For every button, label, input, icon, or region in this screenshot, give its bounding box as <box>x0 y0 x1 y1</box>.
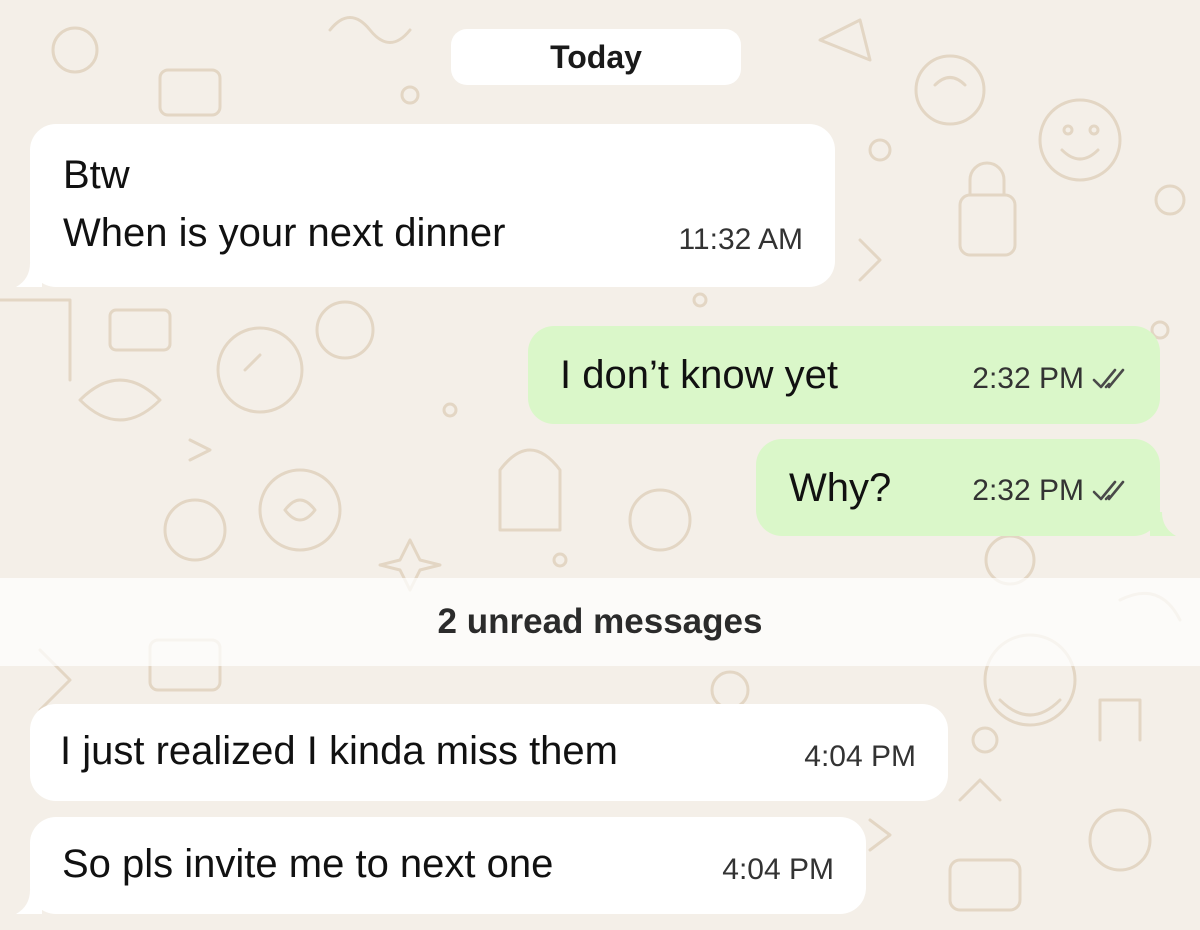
unread-messages-label: 2 unread messages <box>437 602 763 641</box>
message-bubble-incoming[interactable]: I just realized I kinda miss them 4:04 P… <box>30 704 948 801</box>
date-divider: Today <box>451 29 741 85</box>
bubble-tail-outgoing <box>1150 512 1176 536</box>
bubble-tail-incoming <box>16 263 42 287</box>
date-divider-label: Today <box>550 38 642 75</box>
message-timestamp: 4:04 PM <box>804 740 916 773</box>
double-check-icon <box>1092 479 1130 503</box>
message-timestamp: 4:04 PM <box>722 853 834 886</box>
message-status: 2:32 PM <box>972 350 1130 408</box>
message-text: Btw <box>63 153 130 197</box>
unread-messages-divider: 2 unread messages <box>0 578 1200 666</box>
message-timestamp: 2:32 PM <box>972 474 1084 507</box>
double-check-icon <box>1092 367 1130 391</box>
message-bubble-outgoing[interactable]: I don’t know yet 2:32 PM <box>528 326 1160 424</box>
message-bubble-incoming[interactable]: Btw When is your next dinner 11:32 AM <box>30 124 835 287</box>
bubble-tail-incoming <box>16 890 42 914</box>
message-timestamp: 11:32 AM <box>678 223 803 256</box>
message-status: 2:32 PM <box>972 462 1130 520</box>
message-bubble-incoming[interactable]: So pls invite me to next one 4:04 PM <box>30 817 866 914</box>
message-bubble-outgoing[interactable]: Why? 2:32 PM <box>756 439 1160 536</box>
message-timestamp: 2:32 PM <box>972 362 1084 395</box>
